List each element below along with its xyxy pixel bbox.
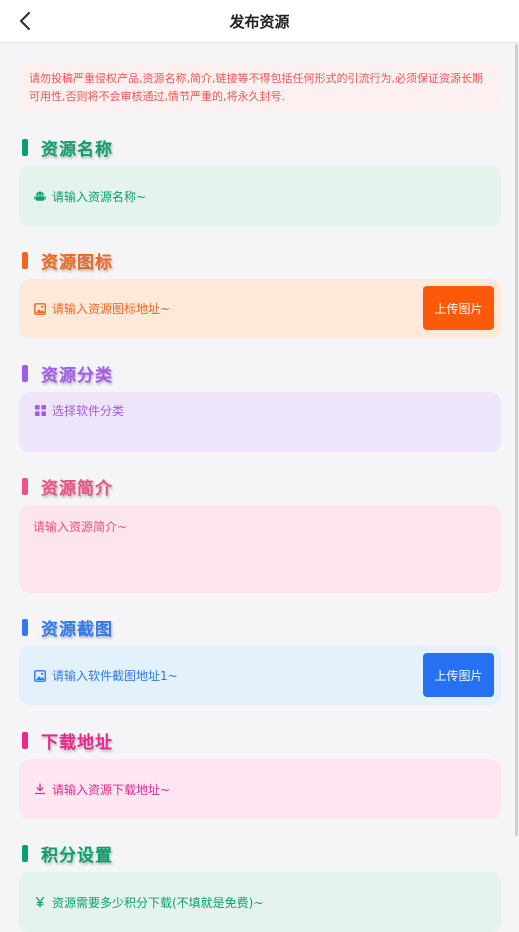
- section-title-resource-intro: 资源简介: [22, 474, 113, 499]
- section-marker: [22, 477, 28, 495]
- section-title-resource-screenshot: 资源截图: [22, 615, 113, 640]
- screenshot-url-input[interactable]: 请输入软件截图地址1~ 上传图片: [19, 646, 501, 705]
- section-title-text: 资源图标: [41, 252, 113, 273]
- section-marker: [22, 251, 28, 269]
- scrollbar[interactable]: [515, 44, 518, 836]
- points-input[interactable]: 资源需要多少积分下载(不填就是免费)~: [19, 872, 501, 932]
- resource-icon-placeholder: 请输入资源图标地址~: [52, 302, 171, 316]
- image-icon: [34, 669, 46, 682]
- section-title-resource-category: 资源分类: [22, 361, 113, 386]
- resource-intro-textarea[interactable]: 请输入资源简介~: [19, 505, 501, 593]
- download-url-input[interactable]: 请输入资源下载地址~: [19, 759, 501, 819]
- upload-icon-button[interactable]: 上传图片: [423, 286, 494, 330]
- grid-icon: [34, 404, 46, 416]
- upload-screenshot-button[interactable]: 上传图片: [423, 653, 494, 697]
- section-title-text: 资源分类: [41, 365, 113, 386]
- screenshot-placeholder: 请输入软件截图地址1~: [52, 669, 178, 683]
- category-select[interactable]: 选择软件分类: [19, 392, 501, 452]
- section-title-text: 资源名称: [41, 139, 113, 160]
- category-placeholder: 选择软件分类: [52, 404, 125, 418]
- yen-icon: [34, 896, 46, 908]
- section-title-text: 资源简介: [41, 478, 113, 499]
- section-title-text: 下载地址: [41, 732, 113, 753]
- section-title-text: 资源截图: [41, 619, 113, 640]
- resource-name-input[interactable]: 请输入资源名称~: [19, 166, 501, 226]
- back-button[interactable]: [12, 8, 38, 34]
- section-title-resource-icon: 资源图标: [22, 248, 113, 273]
- top-navigation-bar: 发布资源: [0, 0, 519, 43]
- section-title-download-url: 下载地址: [22, 728, 113, 753]
- section-marker: [22, 844, 28, 862]
- resource-icon-url-input[interactable]: 请输入资源图标地址~ 上传图片: [19, 279, 501, 338]
- download-icon: [34, 783, 46, 795]
- section-marker: [22, 618, 28, 636]
- android-icon: [34, 190, 46, 202]
- section-marker: [22, 731, 28, 749]
- section-title-resource-name: 资源名称: [22, 135, 113, 160]
- resource-intro-placeholder: 请输入资源简介~: [33, 520, 128, 534]
- section-marker: [22, 138, 28, 156]
- download-url-placeholder: 请输入资源下载地址~: [52, 782, 171, 797]
- section-title-points-setting: 积分设置: [22, 841, 113, 866]
- section-marker: [22, 364, 28, 382]
- points-placeholder: 资源需要多少积分下载(不填就是免费)~: [52, 895, 264, 910]
- resource-name-placeholder: 请输入资源名称~: [52, 189, 147, 204]
- page-title: 发布资源: [229, 12, 290, 31]
- policy-notice: 请勿投稿严重侵权产品,资源名称,简介,链接等不得包括任何形式的引流行为,必须保证…: [19, 62, 501, 112]
- image-icon: [34, 302, 46, 315]
- section-title-text: 积分设置: [41, 845, 113, 866]
- chevron-left-icon: [19, 11, 31, 31]
